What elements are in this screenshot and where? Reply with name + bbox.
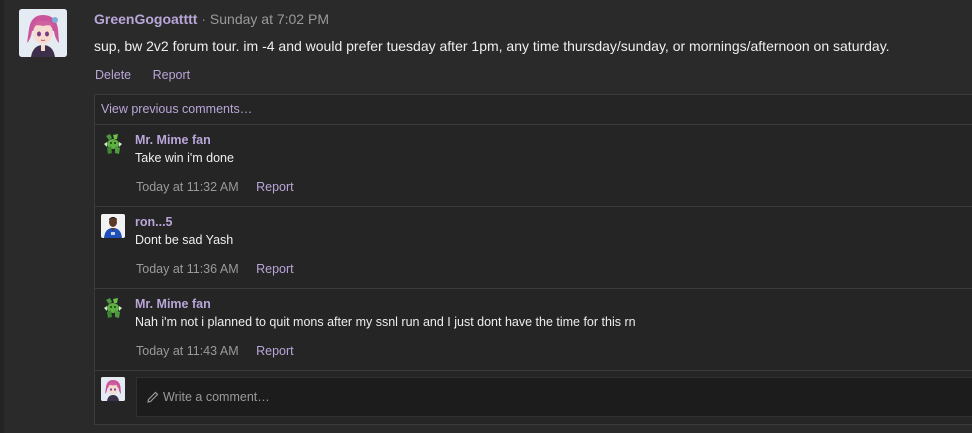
- comment-text: Dont be sad Yash: [135, 233, 234, 247]
- write-comment-placeholder: Write a comment…: [163, 390, 270, 404]
- comment-text: Nah i'm not i planned to quit mons after…: [135, 315, 636, 329]
- post-header: GreenGogoatttt · Sunday at 7:02 PM: [94, 11, 329, 28]
- blue-jersey-avatar-icon: [101, 214, 125, 238]
- comment-report-link[interactable]: Report: [256, 344, 294, 358]
- comment-report-link[interactable]: Report: [256, 180, 294, 194]
- comment-item: Mr. Mime fan Nah i'm not i planned to qu…: [95, 289, 972, 371]
- view-previous-comments-link[interactable]: View previous comments…: [101, 102, 252, 116]
- green-sprite-icon: [101, 132, 125, 156]
- comment-author-name[interactable]: Mr. Mime fan: [135, 297, 211, 311]
- write-comment-input[interactable]: Write a comment…: [136, 377, 972, 417]
- pencil-icon: [147, 391, 159, 403]
- post-header-separator: ·: [201, 11, 207, 27]
- post-author-name[interactable]: GreenGogoatttt: [94, 11, 197, 27]
- comment-timestamp[interactable]: Today at 11:32 AM: [136, 180, 239, 194]
- write-comment-row: Write a comment…: [95, 371, 972, 425]
- comment-meta: Today at 11:43 AM Report: [136, 344, 294, 358]
- comment-text: Take win i'm done: [135, 151, 234, 165]
- comment-author-name[interactable]: ron...5: [135, 215, 173, 229]
- view-previous-comments-row: View previous comments…: [95, 95, 972, 125]
- comment-item: ron...5 Dont be sad Yash Today at 11:36 …: [95, 207, 972, 289]
- comment-meta: Today at 11:36 AM Report: [136, 262, 294, 276]
- post-body: sup, bw 2v2 forum tour. im -4 and would …: [94, 38, 890, 54]
- comment-author-avatar[interactable]: [101, 132, 125, 156]
- delete-link[interactable]: Delete: [95, 68, 131, 82]
- comment-author-avatar[interactable]: [101, 214, 125, 238]
- comment-timestamp[interactable]: Today at 11:43 AM: [136, 344, 239, 358]
- anime-avatar-image: [19, 9, 67, 57]
- comment-report-link[interactable]: Report: [256, 262, 294, 276]
- current-user-avatar: [101, 377, 125, 401]
- report-link[interactable]: Report: [153, 68, 191, 82]
- comment-author-avatar[interactable]: [101, 296, 125, 320]
- comment-item: Mr. Mime fan Take win i'm done Today at …: [95, 125, 972, 207]
- comments-panel: View previous comments… Mr. Mime fan Tak…: [94, 94, 972, 425]
- green-sprite-icon: [101, 296, 125, 320]
- left-stripe: [0, 0, 4, 433]
- comment-timestamp[interactable]: Today at 11:36 AM: [136, 262, 239, 276]
- profile-post-page: GreenGogoatttt · Sunday at 7:02 PM sup, …: [0, 0, 972, 433]
- comment-meta: Today at 11:32 AM Report: [136, 180, 294, 194]
- post-timestamp[interactable]: Sunday at 7:02 PM: [210, 11, 329, 27]
- post-actions: Delete Report: [95, 68, 208, 83]
- post-author-avatar[interactable]: [19, 9, 67, 57]
- comment-author-name[interactable]: Mr. Mime fan: [135, 133, 211, 147]
- anime-avatar-image: [101, 377, 125, 401]
